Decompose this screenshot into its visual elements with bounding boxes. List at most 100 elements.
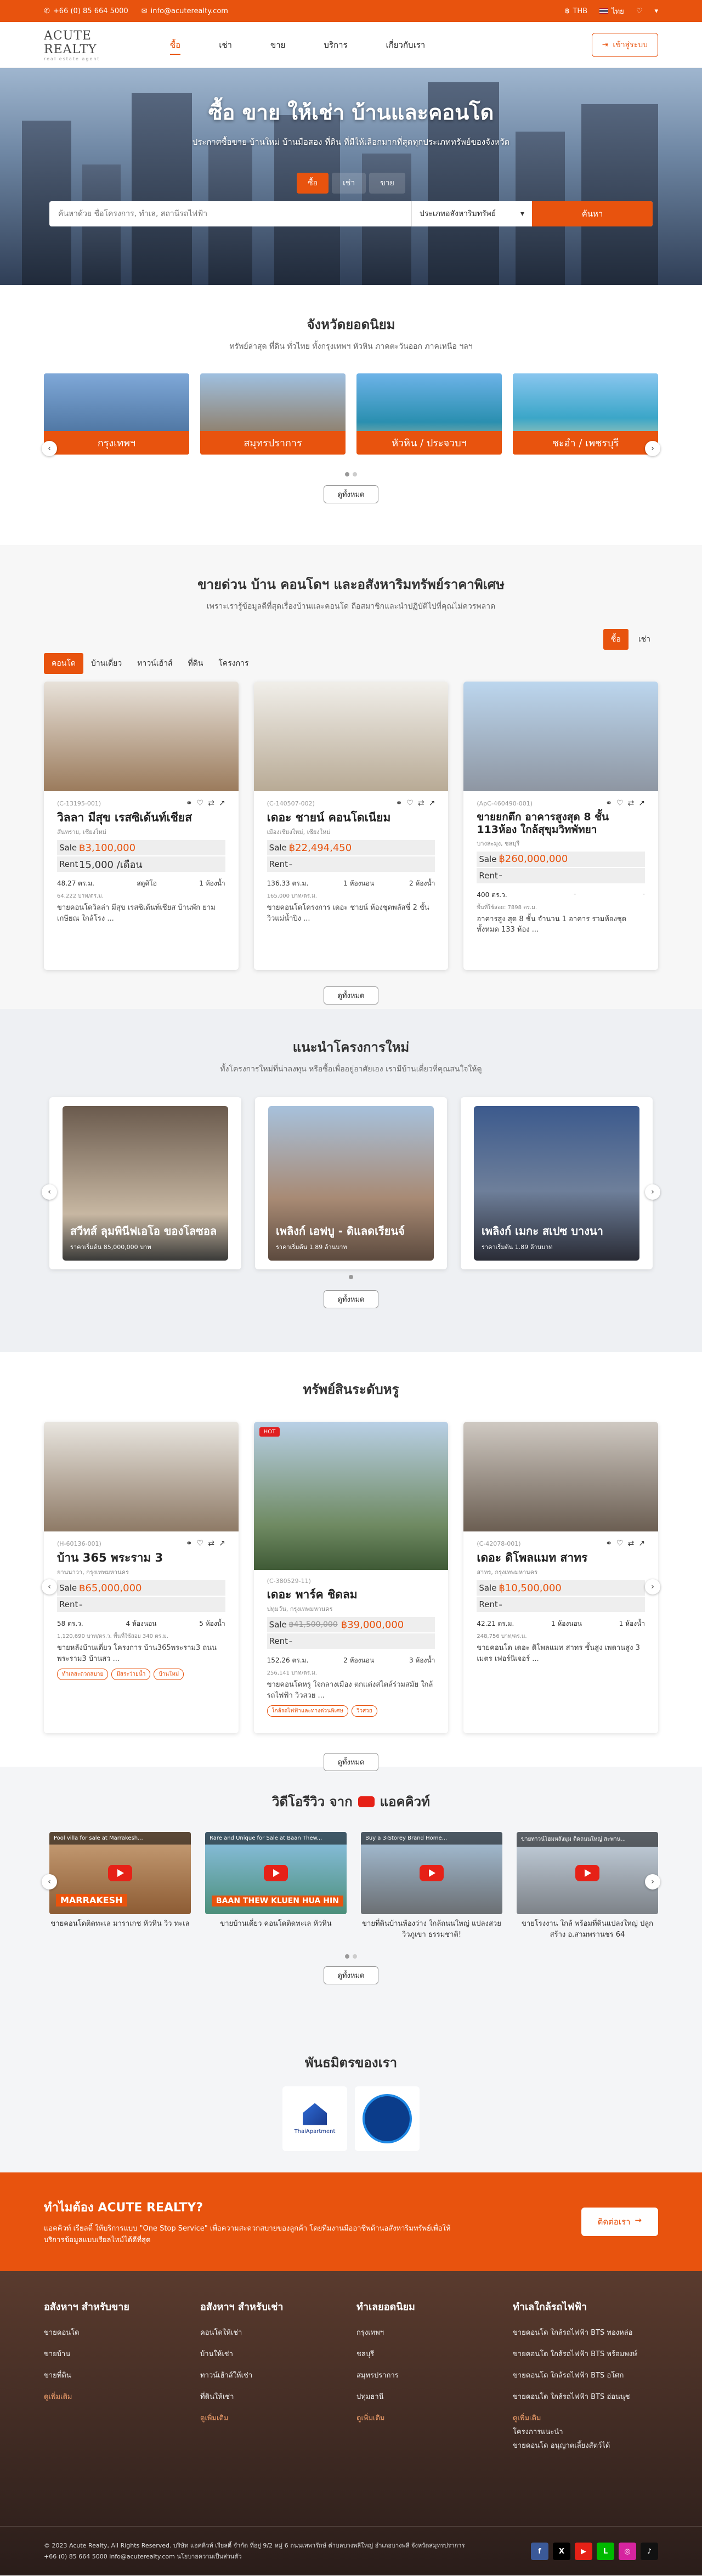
- tab-condo[interactable]: คอนโด: [44, 653, 83, 674]
- carousel-dot[interactable]: [345, 472, 349, 476]
- footer-link[interactable]: ดูเพิ่มเติม: [200, 2412, 356, 2424]
- project-card[interactable]: เพลิงก์ เอฟบู - ดิแลดเรียนจ์ ราคาเริ่มต้น…: [255, 1097, 447, 1269]
- property-card[interactable]: (C-140507-002) ⚭ ♡ ⇄ ↗ เดอะ ชายน์ คอนโดเนียม…: [253, 682, 449, 970]
- heart-icon[interactable]: ♡: [197, 1539, 204, 1548]
- property-card[interactable]: (ApC-460490-001) ⚭ ♡ ⇄ ↗ ขายยกตึก อาคารสูงสุ…: [463, 682, 659, 970]
- share-icon[interactable]: ↗: [219, 799, 225, 808]
- email-link[interactable]: ✉ info@acuterealty.com: [141, 7, 228, 15]
- heart-icon[interactable]: ♡: [616, 1539, 624, 1548]
- prev-arrow-icon[interactable]: ‹: [42, 1874, 57, 1890]
- tab-sell[interactable]: ขาย: [369, 173, 405, 194]
- link-icon[interactable]: ⚭: [605, 1539, 612, 1548]
- video-card[interactable]: Rare and Unique for Sale at Baan Thew...…: [205, 1832, 347, 1940]
- carousel-dot[interactable]: [353, 1954, 357, 1959]
- nav-services[interactable]: บริการ: [324, 22, 347, 68]
- footer-link[interactable]: ดูเพิ่มเติม: [356, 2412, 513, 2424]
- search-input[interactable]: ค้นหาด้วย ชื่อโครงการ, ทำเล, สถานีรถไฟฟ้…: [49, 201, 411, 226]
- mode-rent[interactable]: เช่า: [631, 629, 658, 650]
- link-icon[interactable]: ⚭: [605, 799, 612, 808]
- property-title[interactable]: เดอะ ดิโพลแมท สาทร: [477, 1551, 645, 1565]
- footer-link[interactable]: ขายบ้าน: [44, 2348, 200, 2359]
- tab-house[interactable]: บ้านเดี่ยว: [83, 653, 129, 674]
- carousel-dot[interactable]: [353, 472, 357, 476]
- line-icon[interactable]: L: [597, 2543, 614, 2560]
- footer-link[interactable]: ขายคอนโด: [44, 2327, 200, 2338]
- property-type-select[interactable]: ประเภทอสังหาริมทรัพย์ ▾: [411, 201, 532, 226]
- search-button[interactable]: ค้นหา: [532, 201, 653, 226]
- prev-arrow-icon[interactable]: ‹: [42, 1579, 57, 1595]
- footer-link[interactable]: ชลบุรี: [356, 2348, 513, 2359]
- login-button[interactable]: ⇥ เข้าสู่ระบบ: [591, 33, 658, 57]
- video-card[interactable]: Pool villa for sale at Marrakesh... MARRA…: [49, 1832, 191, 1940]
- view-all-button[interactable]: ดูทั้งหมด: [324, 986, 378, 1005]
- tab-rent[interactable]: เช่า: [332, 173, 366, 194]
- prev-arrow-icon[interactable]: ‹: [42, 441, 57, 456]
- currency-select[interactable]: ฿ THB: [565, 7, 587, 15]
- heart-icon[interactable]: ♡: [197, 799, 204, 808]
- video-card[interactable]: Buy a 3-Storey Brand Home... ขายที่ดินบ้า…: [361, 1832, 502, 1940]
- footer-link[interactable]: ขายคอนโด อนุญาตเลี้ยงสัตว์ได้: [513, 2439, 658, 2451]
- partner-logo[interactable]: [355, 2086, 420, 2151]
- view-all-button[interactable]: ดูทั้งหมด: [324, 1753, 378, 1771]
- nav-sell[interactable]: ขาย: [270, 22, 285, 68]
- heart-icon[interactable]: ♡: [406, 799, 414, 808]
- carousel-dot[interactable]: [349, 1275, 353, 1279]
- footer-link[interactable]: กรุงเทพฯ: [356, 2327, 513, 2338]
- tiktok-icon[interactable]: ♪: [641, 2543, 658, 2560]
- property-title[interactable]: เดอะ ชายน์ คอนโดเนียม: [267, 811, 435, 825]
- next-arrow-icon[interactable]: ›: [645, 1184, 660, 1200]
- nav-buy[interactable]: ซื้อ: [170, 22, 181, 68]
- project-card[interactable]: เพลิงก์ เมกะ สเปซ บางนา ราคาเริ่มต้น 1.89…: [461, 1097, 653, 1269]
- link-icon[interactable]: ⚭: [186, 799, 193, 808]
- link-icon[interactable]: ⚭: [396, 799, 403, 808]
- province-card[interactable]: สมุทรปราการ: [200, 373, 346, 455]
- property-card[interactable]: (H-60136-001) ⚭ ♡ ⇄ ↗ บ้าน 365 พระราม 3 ยานน…: [44, 1422, 239, 1733]
- mode-buy[interactable]: ซื้อ: [603, 629, 629, 650]
- prev-arrow-icon[interactable]: ‹: [42, 1184, 57, 1200]
- compare-icon[interactable]: ⇄: [208, 799, 214, 808]
- footer-link[interactable]: โครงการแนะนำ: [513, 2426, 658, 2437]
- property-title[interactable]: เดอะ พาร์ค ชิดลม: [267, 1588, 435, 1602]
- share-icon[interactable]: ↗: [638, 799, 645, 808]
- compare-icon[interactable]: ⇄: [628, 1539, 635, 1548]
- property-card[interactable]: HOT (C-380529-11) เดอะ พาร์ค ชิดลม ปทุมว…: [253, 1422, 449, 1733]
- province-card[interactable]: หัวหิน / ประจวบฯ: [356, 373, 502, 455]
- tab-buy[interactable]: ซื้อ: [297, 173, 329, 194]
- compare-icon[interactable]: ⇄: [628, 799, 635, 808]
- view-all-button[interactable]: ดูทั้งหมด: [324, 485, 378, 503]
- footer-link[interactable]: ขายคอนโด ใกล้รถไฟฟ้า BTS อโศก: [513, 2369, 658, 2381]
- view-all-button[interactable]: ดูทั้งหมด: [324, 1966, 378, 1984]
- contact-button[interactable]: ติดต่อเรา →: [581, 2208, 658, 2236]
- tab-townhouse[interactable]: ทาวน์เฮ้าส์: [129, 653, 180, 674]
- province-card[interactable]: กรุงเทพฯ: [44, 373, 189, 455]
- province-card[interactable]: ชะอำ / เพชรบุรี: [513, 373, 658, 455]
- property-title[interactable]: วิลลา มีสุข เรสซิเด้นท์เชียส: [57, 811, 225, 825]
- language-select[interactable]: ไทย: [599, 5, 624, 17]
- property-title[interactable]: บ้าน 365 พระราม 3: [57, 1551, 225, 1565]
- partner-logo[interactable]: ThaiApartment: [282, 2086, 347, 2151]
- next-arrow-icon[interactable]: ›: [645, 1579, 660, 1595]
- video-card[interactable]: ขายทาวน์โฮมหลังมุม ติดถนนใหญ่ สะพาน... ขา…: [517, 1832, 658, 1940]
- footer-link[interactable]: ทาวน์เฮ้าส์ให้เช่า: [200, 2369, 356, 2381]
- next-arrow-icon[interactable]: ›: [645, 441, 660, 456]
- property-card[interactable]: (C-42078-001) ⚭ ♡ ⇄ ↗ เดอะ ดิโพลแมท สาทร สาท…: [463, 1422, 659, 1733]
- phone-link[interactable]: ✆ +66 (0) 85 664 5000: [44, 7, 128, 15]
- footer-link[interactable]: ขายคอนโด ใกล้รถไฟฟ้า BTS อ่อนนุช: [513, 2391, 658, 2402]
- footer-link[interactable]: ขายที่ดิน: [44, 2369, 200, 2381]
- footer-link[interactable]: ดูเพิ่มเติม: [44, 2391, 200, 2402]
- footer-link[interactable]: คอนโดให้เช่า: [200, 2327, 356, 2338]
- link-icon[interactable]: ⚭: [186, 1539, 193, 1548]
- footer-link[interactable]: ขายคอนโด ใกล้รถไฟฟ้า BTS ทองหล่อ: [513, 2327, 658, 2338]
- property-title[interactable]: ขายยกตึก อาคารสูงสุด 8 ชั้น 113ห้อง ใกล้…: [477, 811, 645, 836]
- carousel-dot[interactable]: [345, 1954, 349, 1959]
- facebook-icon[interactable]: f: [531, 2543, 548, 2560]
- instagram-icon[interactable]: ◎: [619, 2543, 636, 2560]
- footer-link[interactable]: สมุทรปราการ: [356, 2369, 513, 2381]
- nav-rent[interactable]: เช่า: [219, 22, 232, 68]
- nav-about[interactable]: เกี่ยวกับเรา: [386, 22, 426, 68]
- compare-icon[interactable]: ⇄: [208, 1539, 214, 1548]
- footer-link[interactable]: ที่ดินให้เช่า: [200, 2391, 356, 2402]
- share-icon[interactable]: ↗: [219, 1539, 225, 1548]
- share-icon[interactable]: ↗: [638, 1539, 645, 1548]
- footer-link[interactable]: ดูเพิ่มเติม: [513, 2412, 658, 2424]
